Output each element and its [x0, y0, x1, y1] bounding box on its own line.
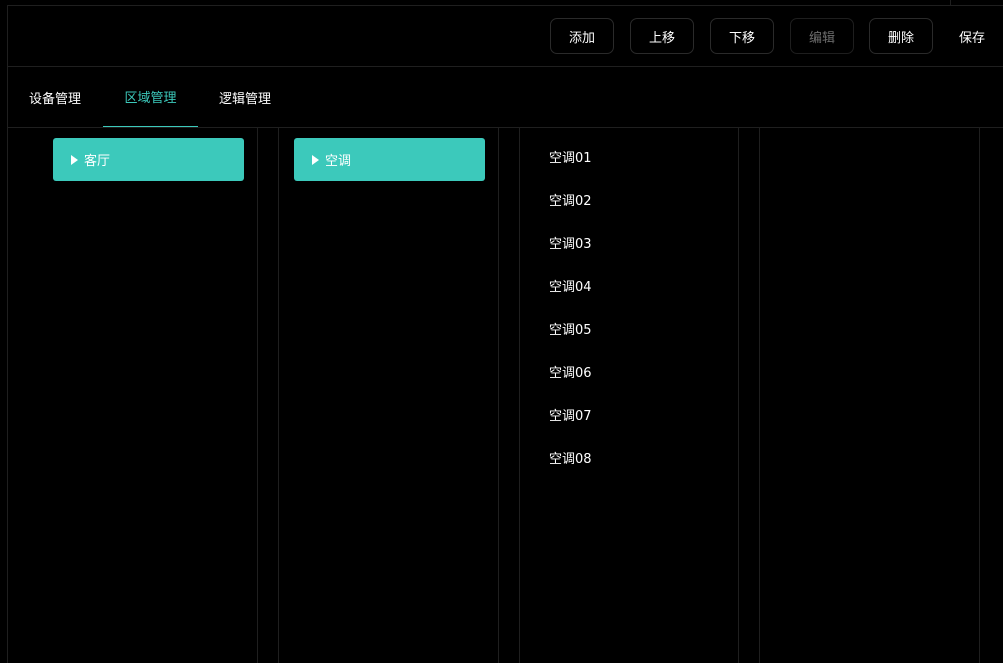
edit-button[interactable]: 编辑 — [790, 18, 854, 54]
add-button[interactable]: 添加 — [550, 18, 614, 54]
divider — [950, 0, 951, 5]
move-down-button[interactable]: 下移 — [710, 18, 774, 54]
column-divider — [738, 128, 739, 663]
category-item-selected[interactable]: 空调 — [294, 138, 485, 181]
tab-logic-management[interactable]: 逻辑管理 — [211, 67, 279, 127]
content-area: 客厅 空调 空调01 空调02 空调03 空调04 空调05 空调06 空调07… — [7, 128, 1003, 663]
list-item[interactable]: 空调05 — [549, 309, 592, 352]
area-item-selected[interactable]: 客厅 — [53, 138, 244, 181]
tab-device-management[interactable]: 设备管理 — [21, 67, 89, 127]
column-divider — [979, 128, 980, 663]
column-divider — [257, 128, 258, 663]
delete-button[interactable]: 删除 — [869, 18, 933, 54]
list-item[interactable]: 空调01 — [549, 137, 592, 180]
save-button[interactable]: 保存 — [952, 18, 992, 54]
column-divider — [519, 128, 520, 663]
list-item[interactable]: 空调07 — [549, 395, 592, 438]
column-divider — [759, 128, 760, 663]
area-item-label: 客厅 — [84, 154, 111, 169]
column-divider — [278, 128, 279, 663]
caret-right-icon — [71, 154, 78, 165]
column-divider — [498, 128, 499, 663]
caret-right-icon — [312, 154, 319, 165]
list-item[interactable]: 空调08 — [549, 438, 592, 481]
tab-area-management[interactable]: 区域管理 — [103, 67, 198, 127]
device-list: 空调01 空调02 空调03 空调04 空调05 空调06 空调07 空调08 — [549, 137, 592, 481]
toolbar: 添加 上移 下移 编辑 删除 保存 — [7, 6, 1003, 67]
tab-bar: 设备管理 区域管理 逻辑管理 — [7, 67, 1003, 128]
list-item[interactable]: 空调02 — [549, 180, 592, 223]
category-item-label: 空调 — [325, 154, 352, 169]
list-item[interactable]: 空调04 — [549, 266, 592, 309]
list-item[interactable]: 空调03 — [549, 223, 592, 266]
move-up-button[interactable]: 上移 — [630, 18, 694, 54]
list-item[interactable]: 空调06 — [549, 352, 592, 395]
app-window: 添加 上移 下移 编辑 删除 保存 设备管理 区域管理 逻辑管理 客厅 空调 空… — [0, 0, 1003, 663]
